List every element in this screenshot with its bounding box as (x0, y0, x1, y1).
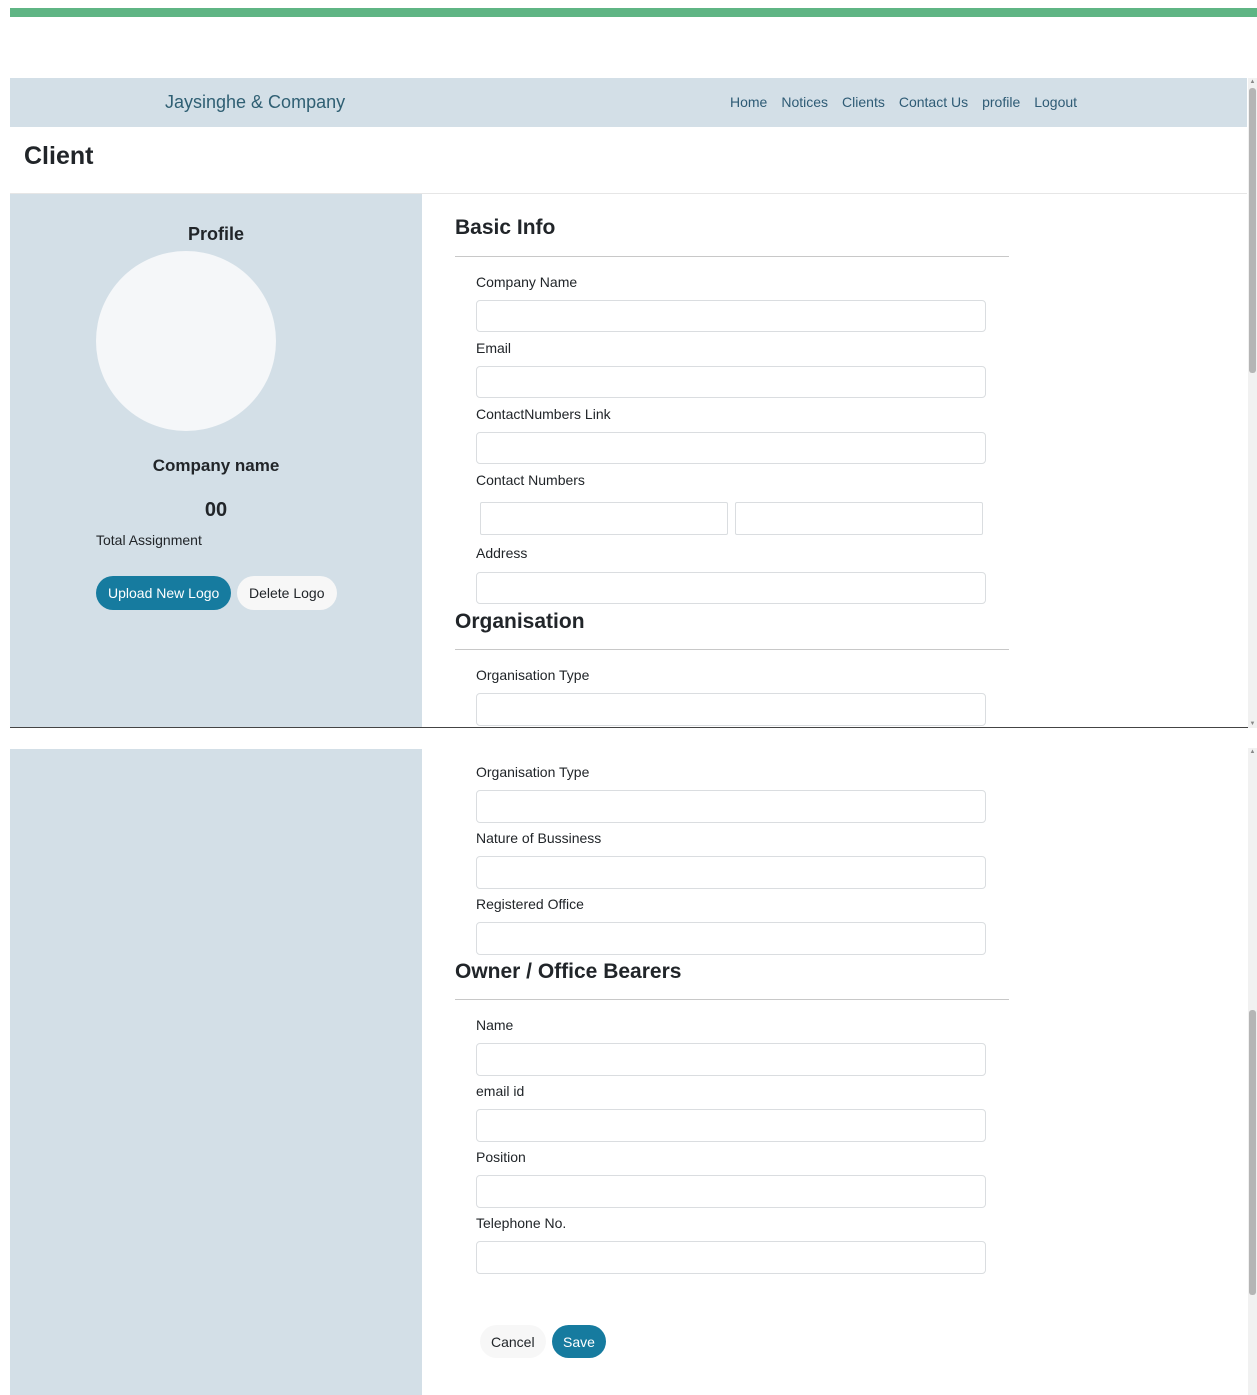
nav-profile[interactable]: profile (982, 94, 1020, 110)
nature-of-business-input[interactable] (476, 856, 986, 889)
nav-notices[interactable]: Notices (781, 94, 828, 110)
organisation-type-input-lower[interactable] (476, 790, 986, 823)
profile-sidebar-lower (10, 749, 422, 1395)
contact-link-input[interactable] (476, 432, 986, 464)
upload-logo-button[interactable]: Upload New Logo (96, 576, 232, 610)
company-name-label: Company name (152, 456, 280, 475)
screen-divider (10, 727, 1257, 728)
email-id-field-label: email id (476, 1083, 525, 1099)
save-button[interactable]: Save (552, 1325, 606, 1358)
contact-link-field-label: ContactNumbers Link (476, 406, 611, 422)
organisation-type-input[interactable] (476, 693, 986, 726)
telephone-field-label: Telephone No. (476, 1215, 567, 1231)
name-input[interactable] (476, 1043, 986, 1076)
brand-name[interactable]: Jaysinghe & Company (165, 92, 345, 113)
top-accent-bar (10, 8, 1257, 17)
scroll-down-arrow-icon[interactable]: ▼ (1248, 720, 1257, 728)
name-field-label: Name (476, 1017, 514, 1033)
profile-sidebar: Profile Company name 00 Total Assignment… (10, 194, 422, 728)
scrollbar-thumb-lower[interactable] (1249, 1010, 1256, 1295)
contact-number-input-1[interactable] (480, 502, 728, 535)
scroll-up-arrow-icon[interactable]: ▲ (1248, 78, 1257, 86)
company-name-field-label: Company Name (476, 274, 578, 290)
email-field-label: Email (476, 340, 512, 356)
scroll-up-arrow-icon-lower[interactable]: ▲ (1248, 748, 1257, 756)
scrollbar-top[interactable]: ▲ ▼ (1248, 78, 1257, 728)
basic-info-divider (455, 256, 1009, 257)
position-input[interactable] (476, 1175, 986, 1208)
delete-logo-button[interactable]: Delete Logo (237, 576, 337, 610)
total-assignment-count: 00 (204, 499, 228, 521)
profile-heading: Profile (187, 224, 244, 244)
contact-number-input-2[interactable] (735, 502, 983, 535)
registered-office-field-label: Registered Office (476, 896, 584, 912)
owner-heading: Owner / Office Bearers (455, 960, 682, 983)
email-input[interactable] (476, 366, 986, 398)
organisation-type-field-label: Organisation Type (476, 667, 590, 683)
position-field-label: Position (476, 1149, 526, 1165)
logo-avatar (96, 251, 276, 431)
scrollbar-bottom[interactable]: ▲ (1248, 748, 1257, 1395)
contact-numbers-field-label: Contact Numbers (476, 472, 585, 488)
total-assignment-label: Total Assignment (96, 532, 202, 548)
nav-home[interactable]: Home (730, 94, 767, 110)
owner-divider (455, 999, 1009, 1000)
nav-contact-us[interactable]: Contact Us (899, 94, 968, 110)
nav-links: Home Notices Clients Contact Us profile … (730, 94, 1077, 110)
address-input[interactable] (476, 572, 986, 604)
email-id-input[interactable] (476, 1109, 986, 1142)
page-title: Client (24, 142, 94, 170)
organisation-heading: Organisation (455, 610, 585, 633)
cancel-button[interactable]: Cancel (480, 1325, 546, 1358)
registered-office-input[interactable] (476, 922, 986, 955)
nature-of-business-field-label: Nature of Bussiness (476, 830, 602, 846)
company-name-input[interactable] (476, 300, 986, 332)
scrollbar-thumb[interactable] (1249, 88, 1256, 373)
address-field-label: Address (476, 545, 528, 561)
telephone-input[interactable] (476, 1241, 986, 1274)
navbar: Jaysinghe & Company Home Notices Clients… (10, 78, 1247, 127)
nav-logout[interactable]: Logout (1034, 94, 1077, 110)
organisation-type-field-label-lower: Organisation Type (476, 764, 590, 780)
basic-info-heading: Basic Info (455, 216, 556, 239)
organisation-divider (455, 649, 1009, 650)
nav-clients[interactable]: Clients (842, 94, 885, 110)
